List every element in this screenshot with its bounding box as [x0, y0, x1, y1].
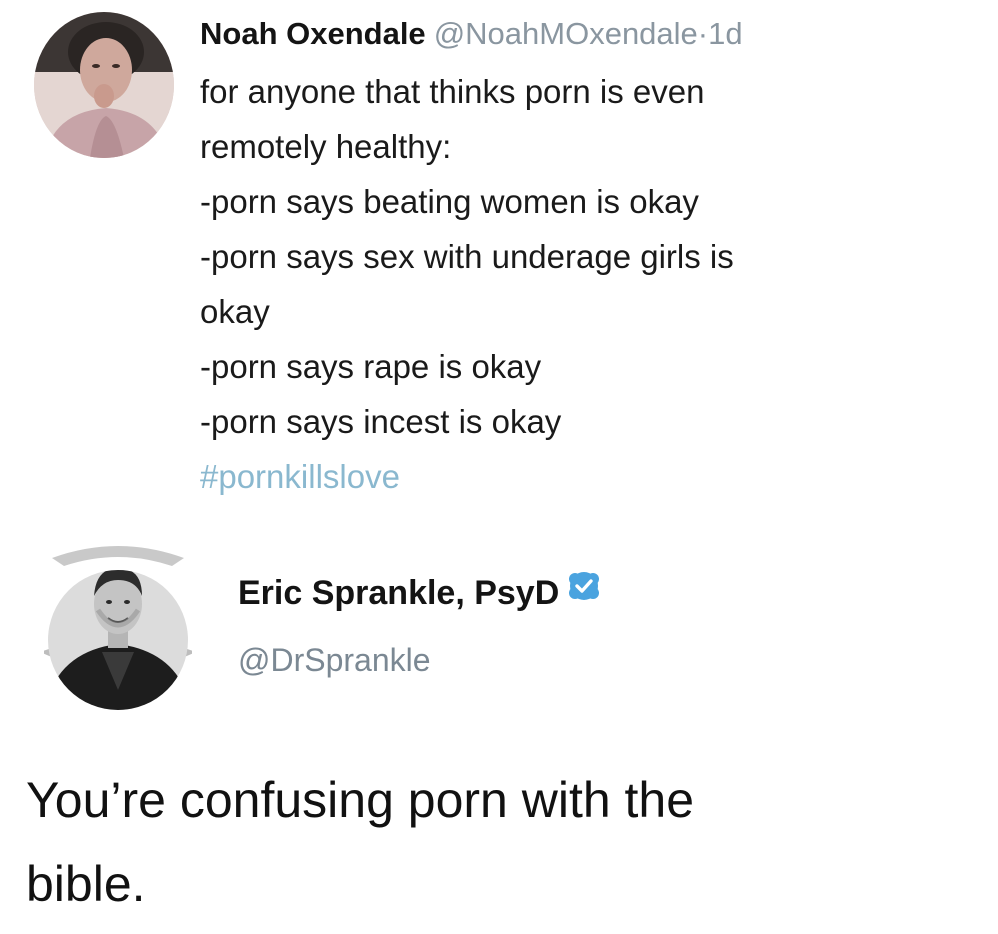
avatar-sprankle[interactable] — [40, 540, 196, 714]
tweet-line: okay — [200, 293, 270, 330]
tweet-text: You’re confusing porn with the bible. — [26, 758, 986, 926]
author-handle[interactable]: @NoahMOxendale — [434, 16, 698, 51]
verified-badge-icon — [567, 564, 601, 620]
tweet-line: bible. — [26, 856, 146, 912]
profile-photo-icon — [34, 12, 174, 158]
avatar-noah[interactable] — [34, 12, 174, 158]
profile-photo-icon — [40, 546, 196, 710]
author-name[interactable]: Eric Sprankle, PsyD — [238, 574, 559, 612]
separator-dot: · — [697, 16, 709, 51]
tweet-header: Noah Oxendale @NoahMOxendale·1d — [200, 12, 743, 56]
tweet-noah: Noah Oxendale @NoahMOxendale·1d for anyon… — [0, 0, 998, 520]
tweet-line: -porn says rape is okay — [200, 348, 542, 385]
tweet-line: remotely healthy: — [200, 128, 452, 165]
hashtag-link[interactable]: #pornkillslove — [200, 449, 980, 504]
tweet-line: You’re confusing porn with the — [26, 772, 695, 828]
tweet-line: for anyone that thinks porn is even — [200, 73, 705, 110]
tweet-line: -porn says incest is okay — [200, 403, 562, 440]
tweet-line: -porn says beating women is okay — [200, 183, 699, 220]
tweet-text: for anyone that thinks porn is even remo… — [200, 64, 980, 504]
tweet-line: -porn says sex with underage girls is — [200, 238, 734, 275]
author-name-row: Eric Sprankle, PsyD — [238, 565, 601, 621]
author-name[interactable]: Noah Oxendale — [200, 16, 426, 51]
timestamp[interactable]: 1d — [708, 16, 742, 51]
author-handle[interactable]: @DrSprankle — [238, 634, 431, 686]
